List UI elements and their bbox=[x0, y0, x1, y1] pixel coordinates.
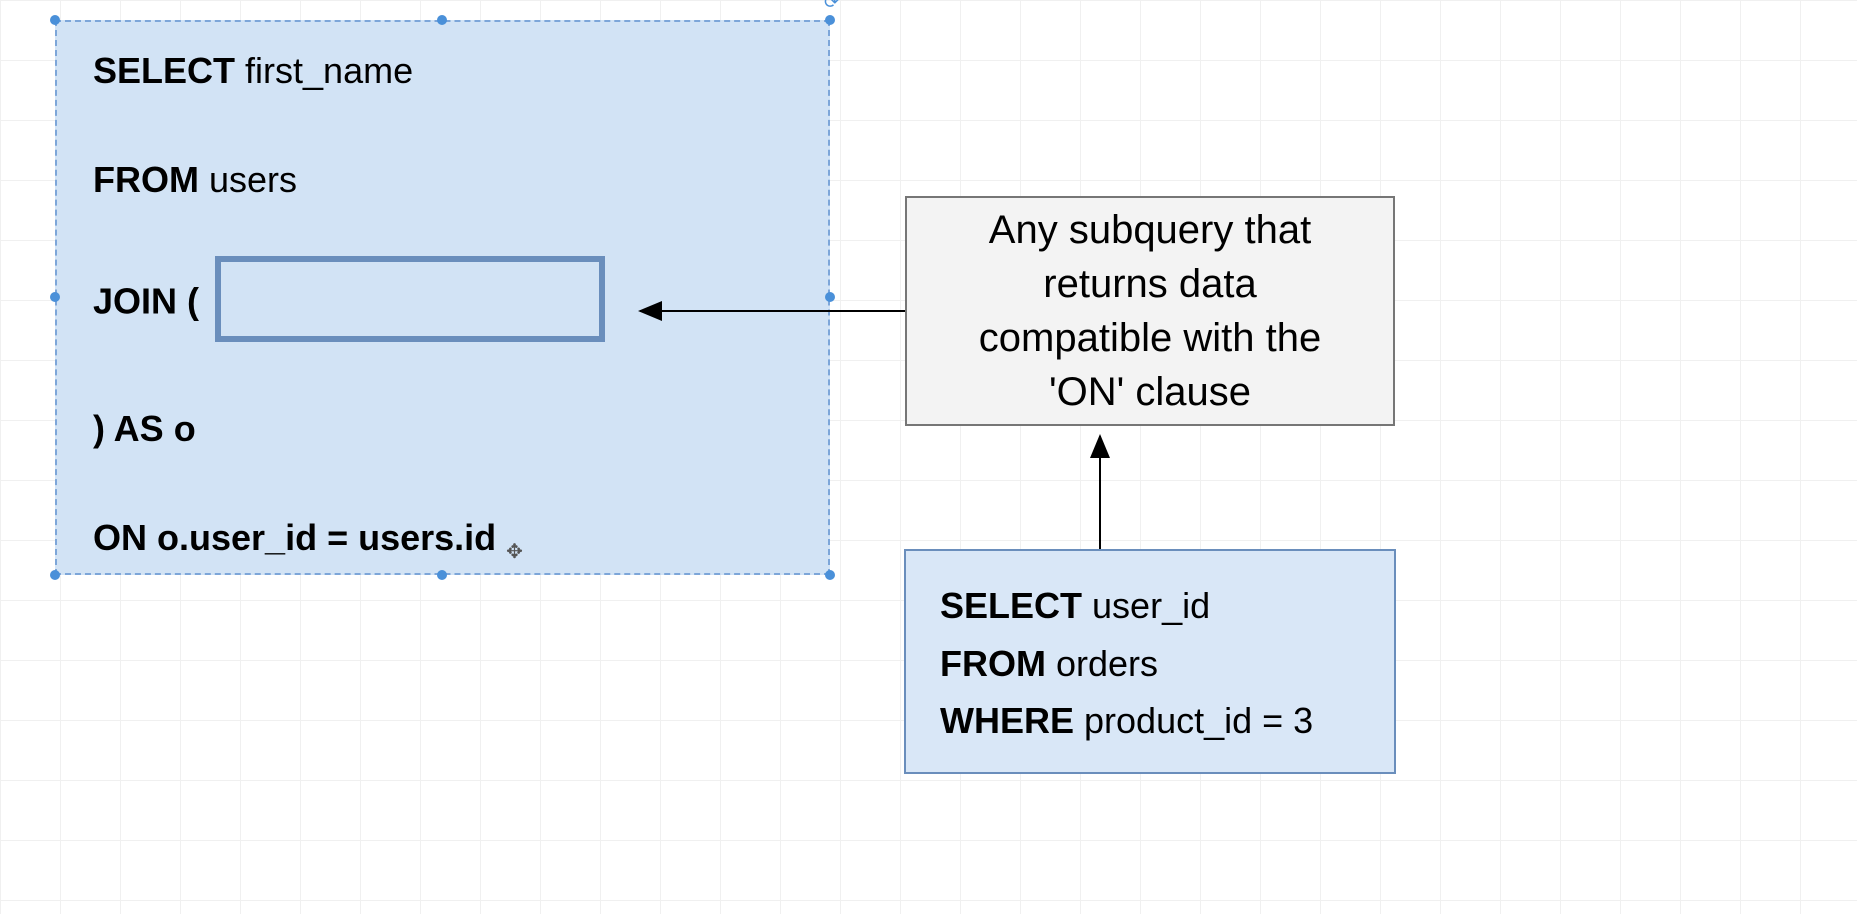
subquery-line-select: SELECT user_id bbox=[940, 577, 1360, 635]
rotate-handle-icon[interactable]: ⟳ bbox=[824, 0, 839, 13]
subquery-shape[interactable]: SELECT user_id FROM orders WHERE product… bbox=[904, 549, 1396, 774]
resize-handle-bottom-right[interactable] bbox=[825, 570, 835, 580]
sq-kw-where: WHERE bbox=[940, 700, 1074, 741]
val-select: first_name bbox=[245, 50, 413, 91]
val-on: o.user_id = users.id bbox=[157, 517, 496, 558]
resize-handle-right-mid[interactable] bbox=[825, 292, 835, 302]
sq-val-where: product_id = 3 bbox=[1084, 700, 1313, 741]
move-icon[interactable]: ✥ bbox=[506, 541, 523, 563]
subquery-line-from: FROM orders bbox=[940, 635, 1360, 693]
sq-val-select: user_id bbox=[1092, 585, 1210, 626]
resize-handle-top-left[interactable] bbox=[50, 15, 60, 25]
kw-as: ) AS bbox=[93, 408, 164, 449]
subquery-line-where: WHERE product_id = 3 bbox=[940, 692, 1360, 750]
annotation-shape[interactable]: Any subquery that returns data compatibl… bbox=[905, 196, 1395, 426]
annotation-text: Any subquery that returns data compatibl… bbox=[943, 203, 1357, 419]
resize-handle-bottom-mid[interactable] bbox=[437, 570, 447, 580]
kw-select: SELECT bbox=[93, 50, 235, 91]
main-sql-shape[interactable]: SELECT first_name FROM users JOIN ( ) AS… bbox=[55, 20, 830, 575]
kw-on: ON bbox=[93, 517, 147, 558]
sql-line-select: SELECT first_name bbox=[93, 48, 792, 93]
kw-from: FROM bbox=[93, 159, 199, 200]
resize-handle-top-mid[interactable] bbox=[437, 15, 447, 25]
sql-line-as: ) AS o bbox=[93, 406, 792, 451]
resize-handle-bottom-left[interactable] bbox=[50, 570, 60, 580]
resize-handle-left-mid[interactable] bbox=[50, 292, 60, 302]
val-as: o bbox=[174, 408, 196, 449]
subquery-placeholder-slot[interactable] bbox=[215, 256, 605, 342]
resize-handle-top-right[interactable] bbox=[825, 15, 835, 25]
sq-kw-from: FROM bbox=[940, 643, 1046, 684]
sql-line-join: JOIN ( bbox=[93, 266, 792, 342]
val-from: users bbox=[209, 159, 297, 200]
sq-kw-select: SELECT bbox=[940, 585, 1082, 626]
sql-line-on: ON o.user_id = users.id ✥ bbox=[93, 515, 792, 565]
sql-line-from: FROM users bbox=[93, 157, 792, 202]
sq-val-from: orders bbox=[1056, 643, 1158, 684]
kw-join: JOIN ( bbox=[93, 281, 199, 322]
